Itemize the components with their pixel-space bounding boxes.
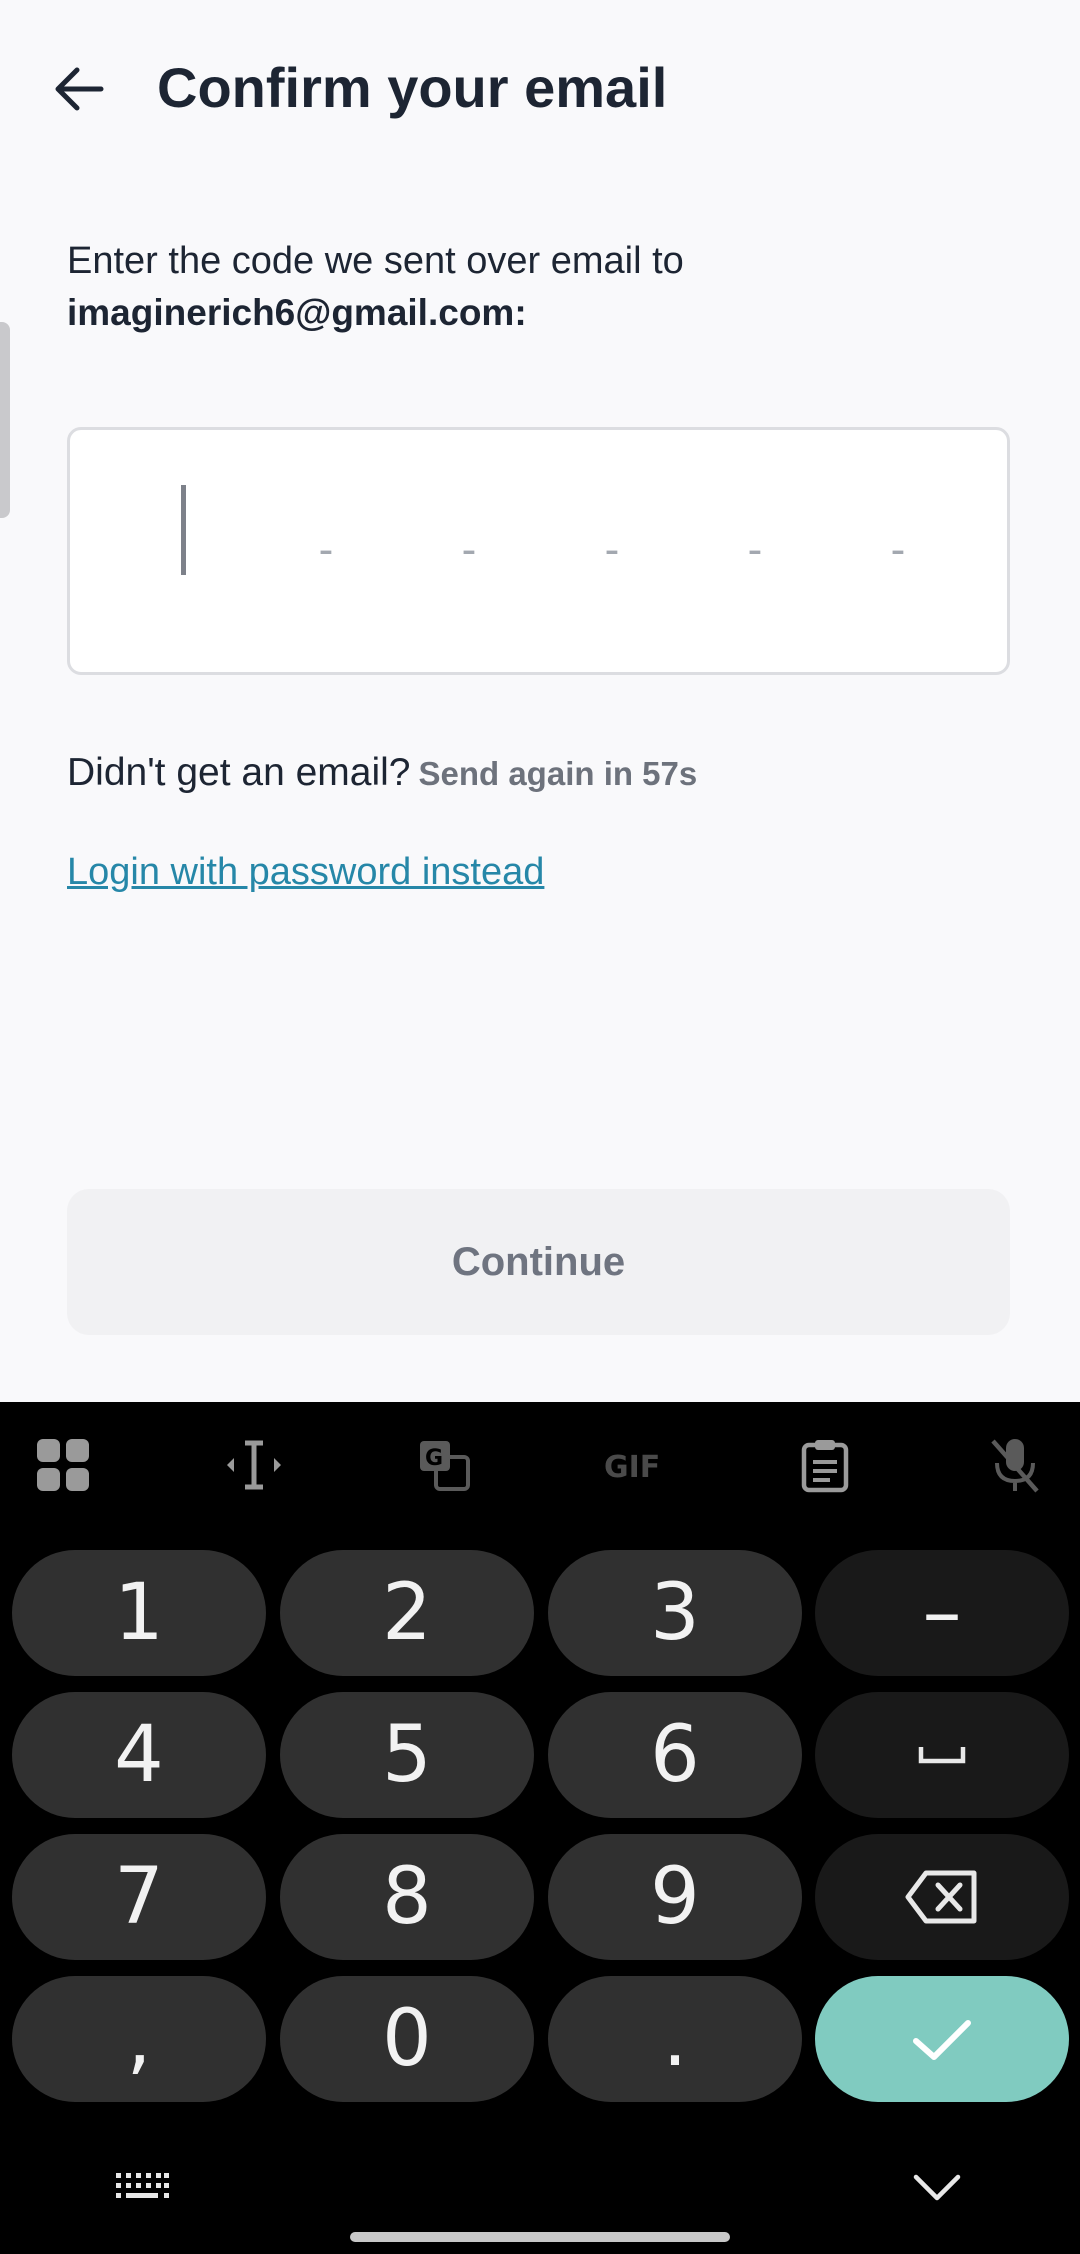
- arrow-left-icon: [55, 67, 104, 111]
- code-slot-5[interactable]: -: [725, 520, 785, 580]
- space-icon: [918, 1747, 966, 1764]
- keyboard-switch-button[interactable]: [102, 2157, 182, 2217]
- key-space[interactable]: [815, 1692, 1069, 1818]
- backspace-icon: [905, 1870, 977, 1924]
- svg-text:G: G: [425, 1446, 443, 1471]
- apps-grid-icon: [37, 1439, 89, 1491]
- login-with-password-link[interactable]: Login with password instead: [67, 847, 544, 897]
- translate-button[interactable]: G: [404, 1430, 484, 1500]
- keyboard-icon: [116, 2173, 169, 2198]
- resend-row: Didn't get an email? Send again in 57s: [67, 748, 697, 799]
- edge-panel-handle[interactable]: [0, 322, 10, 518]
- text-cursor-button[interactable]: [214, 1430, 294, 1500]
- svg-text:GIF: GIF: [604, 1450, 660, 1485]
- key-enter[interactable]: [815, 1976, 1069, 2102]
- key-0[interactable]: 0: [280, 1976, 534, 2102]
- key-period[interactable]: .: [548, 1976, 802, 2102]
- key-7[interactable]: 7: [12, 1834, 266, 1960]
- page-title: Confirm your email: [157, 56, 668, 119]
- key-3[interactable]: 3: [548, 1550, 802, 1676]
- back-button[interactable]: [40, 50, 118, 128]
- gif-button[interactable]: GIF: [595, 1430, 675, 1500]
- key-9[interactable]: 9: [548, 1834, 802, 1960]
- key-1[interactable]: 1: [12, 1550, 266, 1676]
- continue-button[interactable]: Continue: [67, 1189, 1010, 1335]
- clipboard-button[interactable]: [785, 1430, 865, 1500]
- key-backspace[interactable]: [815, 1834, 1069, 1960]
- key-8[interactable]: 8: [280, 1834, 534, 1960]
- keyboard-toolbar: G GIF: [0, 1402, 1080, 1532]
- code-slot-2[interactable]: -: [296, 520, 356, 580]
- text-cursor-icon: [227, 1440, 281, 1490]
- chevron-down-icon: [913, 2174, 961, 2201]
- key-dash[interactable]: –: [815, 1550, 1069, 1676]
- instruction-text: Enter the code we sent over email to: [67, 240, 684, 282]
- key-6[interactable]: 6: [548, 1692, 802, 1818]
- gif-icon: GIF: [604, 1450, 660, 1485]
- code-slot-4[interactable]: -: [582, 520, 642, 580]
- key-2[interactable]: 2: [280, 1550, 534, 1676]
- translate-icon: G: [420, 1441, 470, 1491]
- code-input[interactable]: - - - - -: [67, 427, 1010, 675]
- resend-timer[interactable]: Send again in 57s: [418, 755, 697, 792]
- mic-off-icon: [991, 1439, 1039, 1493]
- numeric-keyboard: G GIF 1 2 3 – 4 5 6 7 8 9 , 0 .: [0, 1402, 1080, 2254]
- key-comma[interactable]: ,: [12, 1976, 266, 2102]
- hide-keyboard-button[interactable]: [897, 2157, 977, 2217]
- text-cursor: [181, 485, 186, 575]
- code-slot-6[interactable]: -: [868, 520, 928, 580]
- clipboard-icon: [801, 1440, 849, 1493]
- resend-label: Didn't get an email?: [67, 751, 411, 794]
- checkmark-icon: [913, 2020, 971, 2060]
- email-address: imaginerich6@gmail.com:: [67, 292, 527, 333]
- mic-off-button[interactable]: [975, 1430, 1055, 1500]
- key-4[interactable]: 4: [12, 1692, 266, 1818]
- code-slot-3[interactable]: -: [439, 520, 499, 580]
- key-5[interactable]: 5: [280, 1692, 534, 1818]
- apps-grid-button[interactable]: [23, 1430, 103, 1500]
- home-indicator[interactable]: [350, 2232, 730, 2242]
